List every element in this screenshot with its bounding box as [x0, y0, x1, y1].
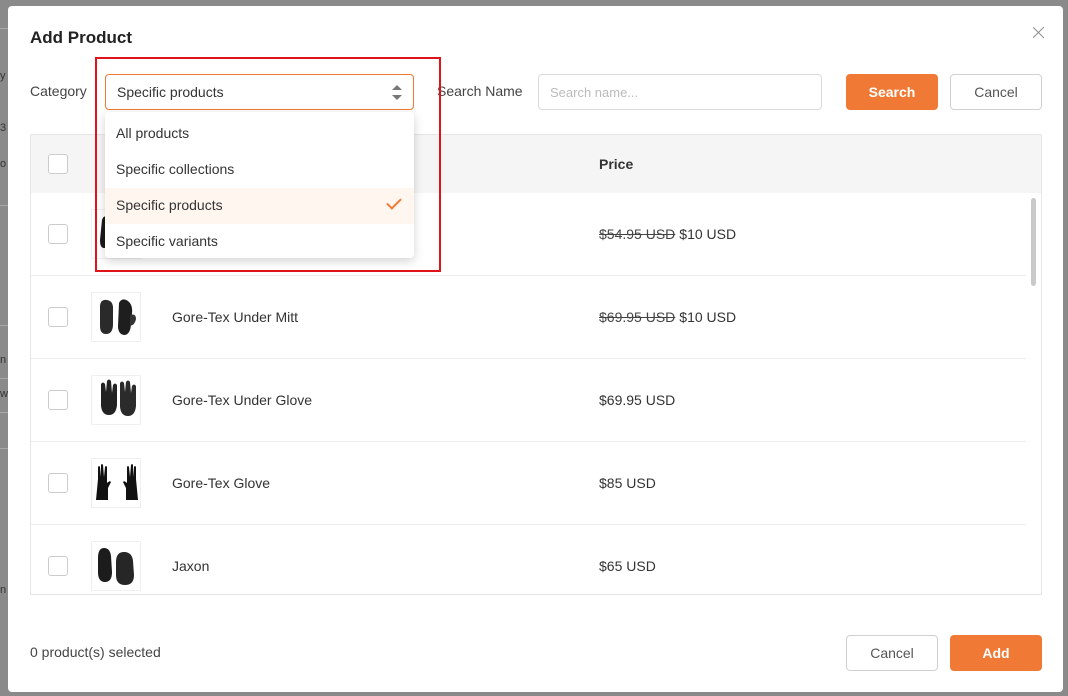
background-text: y [0, 70, 6, 82]
product-price: $85 USD [599, 475, 656, 491]
table-row: Gore-Tex Under Glove $69.95 USD [31, 359, 1026, 442]
background-text: o [0, 158, 7, 170]
product-name: Gore-Tex Glove [172, 475, 271, 491]
row-checkbox[interactable] [48, 473, 68, 493]
product-name: Gore-Tex Under Mitt [172, 309, 299, 325]
background-divider [0, 378, 8, 379]
row-checkbox[interactable] [48, 556, 68, 576]
add-product-modal: Add Product Category Specific products S… [8, 6, 1063, 692]
category-label: Category [30, 83, 87, 99]
product-name: Jaxon [172, 558, 210, 574]
cancel-button[interactable]: Cancel [846, 635, 938, 671]
price-column-header: Price [599, 156, 634, 172]
sale-price: $69.95 USD [599, 392, 676, 408]
highlight-annotation-box [95, 57, 441, 272]
product-price: $65 USD [599, 558, 656, 574]
background-text: n [0, 354, 7, 366]
product-name: Gore-Tex Under Glove [172, 392, 313, 408]
row-checkbox[interactable] [48, 307, 68, 327]
original-price: $54.95 USD [599, 226, 676, 242]
table-row: Gore-Tex Glove $85 USD [31, 442, 1026, 525]
product-price: $69.95 USD [599, 392, 675, 408]
sale-price: $10 USD [679, 226, 737, 242]
sale-price: $85 USD [599, 475, 656, 491]
glove-icon [91, 292, 141, 342]
background-divider [0, 28, 8, 29]
table-row: Gore-Tex Under Mitt $69.95 USD $10 USD [31, 276, 1026, 359]
close-icon[interactable] [1030, 24, 1048, 42]
background-divider [0, 205, 8, 206]
filter-cancel-button[interactable]: Cancel [950, 74, 1042, 110]
table-scrollbar-thumb[interactable] [1031, 198, 1036, 286]
product-price: $69.95 USD $10 USD [599, 309, 736, 325]
glove-icon [91, 541, 141, 591]
select-all-checkbox[interactable] [48, 154, 68, 174]
original-price: $69.95 USD [599, 309, 676, 325]
background-text: n [0, 584, 7, 596]
selected-count: 0 product(s) selected [30, 644, 161, 660]
sale-price: $10 USD [679, 309, 737, 325]
background-divider [0, 412, 8, 413]
search-button[interactable]: Search [846, 74, 938, 110]
glove-icon [91, 375, 141, 425]
modal-title: Add Product [30, 28, 132, 47]
background-text: w [0, 388, 8, 400]
background-divider [0, 448, 8, 449]
add-button[interactable]: Add [950, 635, 1042, 671]
glove-icon [91, 458, 141, 508]
table-row: Jaxon $65 USD [31, 525, 1026, 594]
background-text: 3 [0, 122, 7, 134]
search-name-label: Search Name [437, 83, 523, 99]
search-input[interactable] [538, 74, 822, 110]
sale-price: $65 USD [599, 558, 656, 574]
row-checkbox[interactable] [48, 224, 68, 244]
row-checkbox[interactable] [48, 390, 68, 410]
product-price: $54.95 USD $10 USD [599, 226, 736, 242]
background-divider [0, 325, 8, 326]
